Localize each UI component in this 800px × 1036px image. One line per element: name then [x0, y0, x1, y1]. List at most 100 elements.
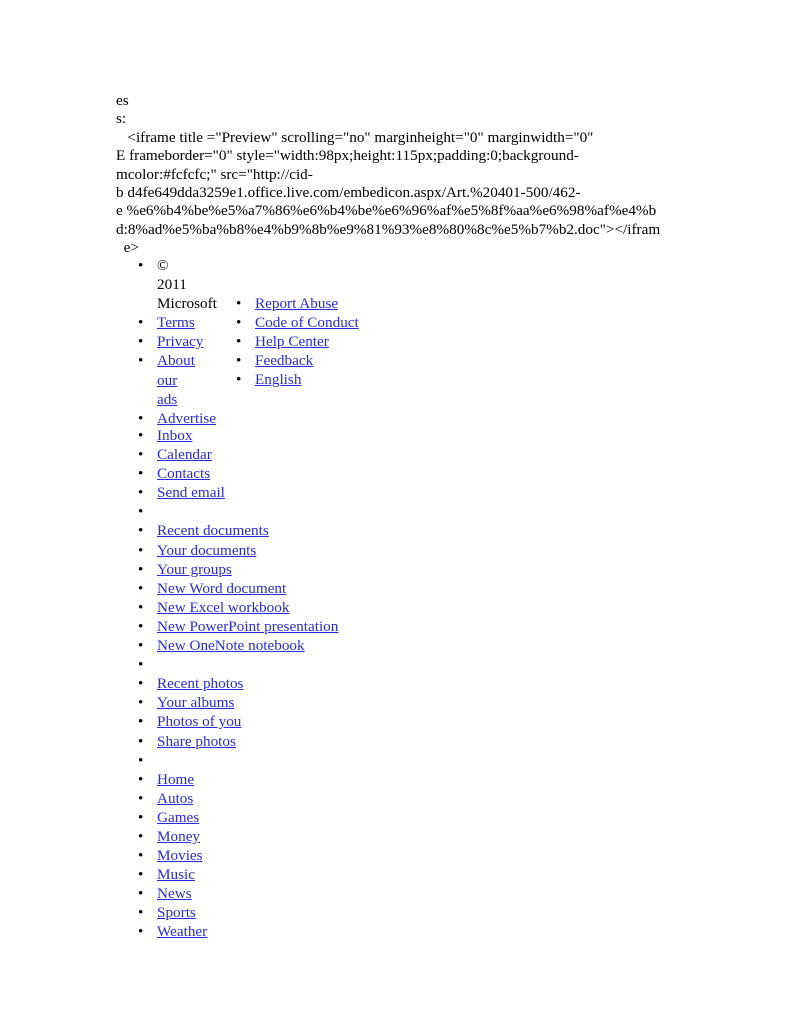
list-group-spacer [130, 655, 380, 674]
bullet-icon [138, 332, 143, 351]
link-report-abuse[interactable]: Report Abuse [255, 295, 338, 312]
list-item[interactable]: Weather [130, 922, 380, 941]
link-home[interactable]: Home [157, 771, 194, 788]
list-item[interactable]: Recent photos [130, 674, 380, 693]
list-item[interactable]: New PowerPoint presentation [130, 617, 380, 636]
list-item[interactable]: About our ads [130, 351, 195, 408]
link-your-documents[interactable]: Your documents [157, 542, 256, 559]
link-terms[interactable]: Terms [157, 314, 195, 331]
list-item[interactable]: Movies [130, 846, 380, 865]
list-item[interactable]: Photos of you [130, 712, 380, 731]
link-your-albums[interactable]: Your albums [157, 694, 234, 711]
link-photos-of-you[interactable]: Photos of you [157, 713, 241, 730]
bullet-icon [138, 579, 143, 598]
link-money[interactable]: Money [157, 828, 200, 845]
link-new-onenote-notebook[interactable]: New OneNote notebook [157, 637, 305, 654]
spacer-bullet [138, 751, 143, 770]
list-item[interactable]: Music [130, 865, 380, 884]
bullet-icon [138, 636, 143, 655]
link-new-excel-workbook[interactable]: New Excel workbook [157, 599, 289, 616]
list-item[interactable]: Feedback [228, 351, 428, 370]
link-privacy[interactable]: Privacy [157, 333, 203, 350]
link-english[interactable]: English [255, 371, 301, 388]
list-item[interactable]: Recent documents [130, 521, 380, 540]
bullet-icon [138, 846, 143, 865]
code-line: e %e6%b4%be%e5%a7%86%e6%b4%be%e6%96%af%e… [116, 202, 657, 220]
list-item[interactable]: Your albums [130, 693, 380, 712]
bullet-icon [138, 712, 143, 731]
bullet-icon [236, 294, 241, 313]
list-item[interactable]: Calendar [130, 445, 380, 464]
list-item[interactable]: Advertise [130, 409, 216, 428]
list-item[interactable]: Code of Conduct [228, 313, 428, 332]
link-recent-photos[interactable]: Recent photos [157, 675, 243, 692]
bullet-icon [138, 598, 143, 617]
list-item[interactable]: New Excel workbook [130, 598, 380, 617]
list-item[interactable]: New Word document [130, 579, 380, 598]
link-inbox[interactable]: Inbox [157, 427, 192, 444]
link-news[interactable]: News [157, 885, 192, 902]
list-item[interactable]: Sports [130, 903, 380, 922]
list-item[interactable]: Your groups [130, 560, 380, 579]
code-line: b d4fe649dda3259e1.office.live.com/embed… [116, 184, 581, 202]
bullet-icon [138, 884, 143, 903]
embed-code-block: es s: <iframe title ="Preview" scrolling… [116, 92, 696, 258]
link-movies[interactable]: Movies [157, 847, 203, 864]
spacer-bullet [138, 655, 143, 674]
code-line: es [116, 92, 129, 109]
list-item[interactable]: English [228, 370, 428, 389]
list-item[interactable]: News [130, 884, 380, 903]
bullet-icon [138, 351, 143, 370]
link-autos[interactable]: Autos [157, 790, 193, 807]
link-new-powerpoint-presentation[interactable]: New PowerPoint presentation [157, 618, 338, 635]
link-advertise[interactable]: Advertise [157, 410, 216, 427]
list-item[interactable]: Contacts [130, 464, 380, 483]
list-item[interactable]: Terms [130, 313, 195, 332]
link-sports[interactable]: Sports [157, 904, 196, 921]
list-item[interactable]: Inbox [130, 426, 380, 445]
list-item[interactable]: Help Center [228, 332, 428, 351]
bullet-icon [138, 922, 143, 941]
bullet-icon [138, 483, 143, 502]
link-games[interactable]: Games [157, 809, 199, 826]
link-weather[interactable]: Weather [157, 923, 207, 940]
link-share-photos[interactable]: Share photos [157, 733, 236, 750]
list-item[interactable]: New OneNote notebook [130, 636, 380, 655]
link-send-email[interactable]: Send email [157, 484, 225, 501]
code-line: s: [116, 110, 127, 128]
bullet-icon [138, 770, 143, 789]
bullet-icon [138, 521, 143, 540]
link-recent-documents[interactable]: Recent documents [157, 522, 269, 539]
list-group-spacer [130, 751, 380, 770]
link-about-our-ads[interactable]: About our ads [157, 352, 195, 407]
link-contacts[interactable]: Contacts [157, 465, 210, 482]
list-item[interactable]: Autos [130, 789, 380, 808]
list-item[interactable]: Money [130, 827, 380, 846]
list-item[interactable]: Home [130, 770, 380, 789]
link-your-groups[interactable]: Your groups [157, 561, 232, 578]
documents-links-group: Recent documents Your documents Your gro… [130, 521, 380, 674]
link-help-center[interactable]: Help Center [255, 333, 329, 350]
bullet-icon [138, 674, 143, 693]
footer-legal-list: © 2011 Microsoft Terms Privacy About our… [130, 256, 217, 428]
code-line: e> [116, 239, 139, 257]
bullet-icon [138, 903, 143, 922]
link-code-of-conduct[interactable]: Code of Conduct [255, 314, 359, 331]
list-item[interactable]: Games [130, 808, 380, 827]
mail-links-group: Inbox Calendar Contacts Send email [130, 426, 380, 521]
bullet-icon [138, 789, 143, 808]
link-feedback[interactable]: Feedback [255, 352, 313, 369]
list-item[interactable]: Report Abuse [228, 294, 428, 313]
list-item[interactable]: Your documents [130, 541, 380, 560]
list-item[interactable]: Send email [130, 483, 380, 502]
link-calendar[interactable]: Calendar [157, 446, 212, 463]
link-music[interactable]: Music [157, 866, 195, 883]
list-item[interactable]: Privacy [130, 332, 203, 351]
bullet-icon [138, 808, 143, 827]
bullet-icon [138, 732, 143, 751]
link-new-word-document[interactable]: New Word document [157, 580, 286, 597]
copyright-text: © 2011 Microsoft [157, 257, 217, 313]
list-item[interactable]: Share photos [130, 732, 380, 751]
list-group-spacer [130, 502, 380, 521]
list-item: © 2011 Microsoft [130, 256, 217, 313]
